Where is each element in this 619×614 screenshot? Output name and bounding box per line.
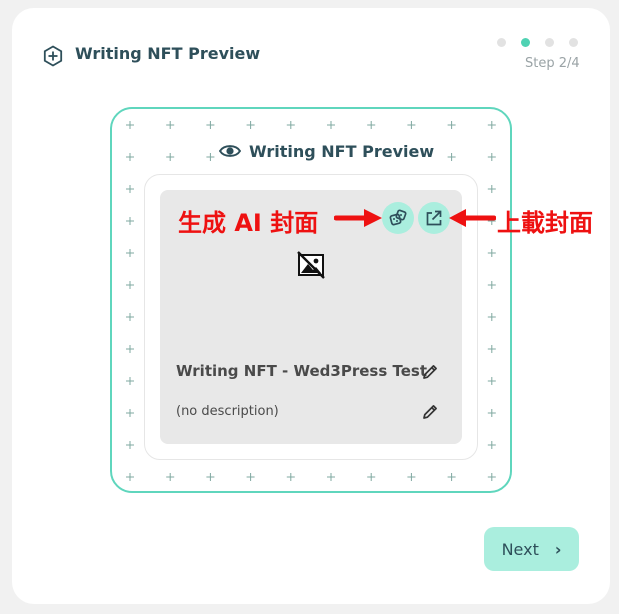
plus-mark: [126, 249, 134, 257]
step-dot: [545, 38, 554, 47]
plus-mark: [206, 153, 215, 161]
dice-icon: [389, 209, 407, 226]
plus-mark: [447, 473, 456, 481]
plus-mark: [286, 473, 295, 481]
plus-mark: [407, 121, 416, 129]
preview-title: Writing NFT Preview: [249, 141, 435, 161]
plus-mark: [126, 313, 134, 321]
upload-icon: [426, 210, 442, 226]
step-dot: [497, 38, 506, 47]
plus-mark: [126, 281, 134, 289]
plus-mark: [327, 121, 335, 129]
plus-mark: [447, 121, 456, 129]
plus-mark: [126, 473, 134, 481]
step-label: Step 2/4: [525, 56, 580, 71]
chevron-right-icon: ›: [554, 539, 562, 559]
plus-mark: [126, 409, 134, 417]
plus-mark: [126, 345, 134, 353]
plus-mark: [206, 121, 215, 129]
plus-mark: [126, 441, 134, 449]
upload-cover-button[interactable]: [418, 202, 450, 234]
step-dot-active: [521, 38, 530, 47]
plus-mark: [126, 185, 134, 193]
plus-mark: [246, 473, 255, 481]
plus-mark: [487, 281, 496, 289]
plus-mark: [126, 217, 134, 225]
nft-description: (no description): [176, 404, 279, 419]
plus-mark: [487, 409, 496, 417]
next-button-label: Next: [501, 539, 539, 559]
generate-ai-cover-button[interactable]: [382, 202, 414, 234]
page-title: Writing NFT Preview: [75, 44, 261, 63]
preview-header: Writing NFT Preview: [215, 140, 439, 162]
eye-icon: [219, 145, 241, 157]
plus-mark: [487, 185, 496, 193]
plus-mark: [166, 121, 175, 129]
annotation-generate-ai-cover: 生成 AI 封面: [178, 209, 319, 237]
plus-mark: [327, 473, 335, 481]
broken-image-icon: [297, 251, 325, 279]
plus-mark: [206, 473, 215, 481]
annotation-arrow-left: [449, 209, 496, 227]
annotation-arrow-right: [334, 209, 382, 227]
plus-mark: [246, 121, 255, 129]
plus-mark: [367, 121, 376, 129]
plus-mark: [487, 249, 496, 257]
edit-description-pencil-icon[interactable]: [421, 403, 439, 421]
step-indicator: [497, 38, 578, 47]
plus-mark: [166, 473, 175, 481]
plus-mark: [126, 121, 134, 129]
plus-mark: [126, 153, 134, 161]
plus-mark: [126, 377, 134, 385]
plus-mark: [487, 121, 496, 129]
nft-name: Writing NFT - Wed3Press Test: [176, 362, 427, 380]
plus-mark: [487, 345, 496, 353]
plus-mark: [447, 153, 456, 161]
plus-mark: [367, 473, 376, 481]
next-button[interactable]: Next ›: [484, 527, 579, 571]
plus-mark: [166, 153, 175, 161]
plus-mark: [487, 377, 496, 385]
plus-mark: [286, 121, 295, 129]
edit-name-pencil-icon[interactable]: [421, 363, 439, 381]
plus-mark: [487, 313, 496, 321]
plus-mark: [487, 441, 496, 449]
annotation-upload-cover: 上載封面: [497, 209, 593, 237]
plus-mark: [487, 153, 496, 161]
step-dot: [569, 38, 578, 47]
plus-mark: [487, 473, 496, 481]
plus-circle-icon: [43, 45, 63, 67]
plus-mark: [407, 473, 416, 481]
